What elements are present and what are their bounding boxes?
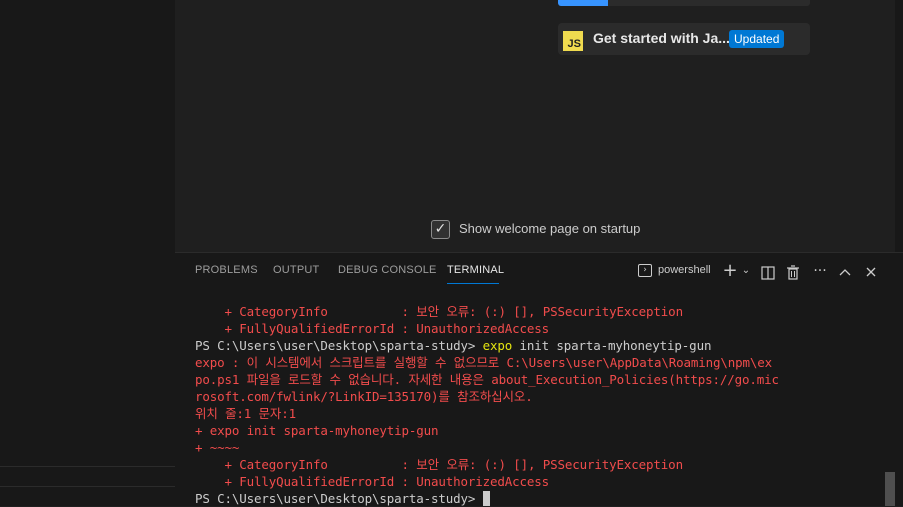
terminal-output[interactable]: + CategoryInfo : 보안 오류: (:) [], PSSecuri… [195,303,885,507]
walkthrough-progress-bar [558,0,810,6]
bottom-panel: PROBLEMS OUTPUT DEBUG CONSOLE TERMINAL ›… [175,252,903,506]
terminal-cursor [482,491,490,506]
terminal-command: expo [482,338,513,353]
updated-badge: Updated [729,30,785,48]
terminal-line: PS C:\Users\user\Desktop\sparta-study> e… [195,337,885,354]
terminal-shell-selector[interactable]: › powershell [637,262,717,282]
tab-debug-console[interactable]: DEBUG CONSOLE [338,264,437,276]
walkthrough-get-started-javascript[interactable]: JS Get started with Ja... Updated [558,23,810,55]
walkthrough-title: Get started with Ja... [593,30,730,46]
sidebar-divider [0,466,175,467]
terminal-line: + ~~~~ [195,440,240,455]
sidebar-divider [0,486,175,487]
terminal-line: expo : 이 시스템에서 스크립트를 실행할 수 없으므로 C:\Users… [195,355,773,370]
walkthrough-progress-fill [558,0,609,6]
startup-checkbox-label: Show welcome page on startup [459,221,641,236]
editor-edge [895,0,903,252]
sidebar [0,0,175,506]
terminal-line: + expo init sparta-myhoneytip-gun [195,423,439,438]
maximize-panel-icon[interactable] [835,263,855,283]
tab-output[interactable]: OUTPUT [273,264,319,276]
split-terminal-icon[interactable] [758,263,778,283]
terminal-line: + CategoryInfo : 보안 오류: (:) [], PSSecuri… [195,457,684,472]
startup-checkbox[interactable]: ✓ [431,220,450,239]
terminal-line: po.ps1 파일을 로드할 수 없습니다. 자세한 내용은 about_Exe… [195,372,779,387]
terminal-line: 위치 줄:1 문자:1 [195,406,297,421]
trash-icon[interactable] [783,263,803,283]
tab-terminal[interactable]: TERMINAL [447,264,504,276]
welcome-page: JS Get started with Ja... Updated ✓ Show… [175,0,895,252]
shell-name: powershell [658,264,711,276]
terminal-icon: › [638,264,652,277]
terminal-line: + CategoryInfo : 보안 오류: (:) [], PSSecuri… [195,304,684,319]
terminal-line: + FullyQualifiedErrorId : UnauthorizedAc… [195,474,550,489]
terminal-command-args: init sparta-myhoneytip-gun [512,338,712,353]
terminal-line: + FullyQualifiedErrorId : UnauthorizedAc… [195,321,550,336]
javascript-icon: JS [563,31,583,51]
close-panel-icon[interactable] [861,263,881,283]
terminal-line: rosoft.com/fwlink/?LinkID=135170)를 참조하십시… [195,389,533,404]
terminal-scrollbar[interactable] [885,472,895,506]
more-actions-icon[interactable]: ··· [810,262,830,282]
terminal-line: PS C:\Users\user\Desktop\sparta-study> [195,490,885,507]
tab-problems[interactable]: PROBLEMS [195,264,258,276]
terminal-prompt: PS C:\Users\user\Desktop\sparta-study> [195,491,483,506]
terminal-prompt: PS C:\Users\user\Desktop\sparta-study> [195,338,483,353]
active-tab-indicator [447,283,499,284]
chevron-down-icon[interactable]: ⌄ [736,262,756,282]
